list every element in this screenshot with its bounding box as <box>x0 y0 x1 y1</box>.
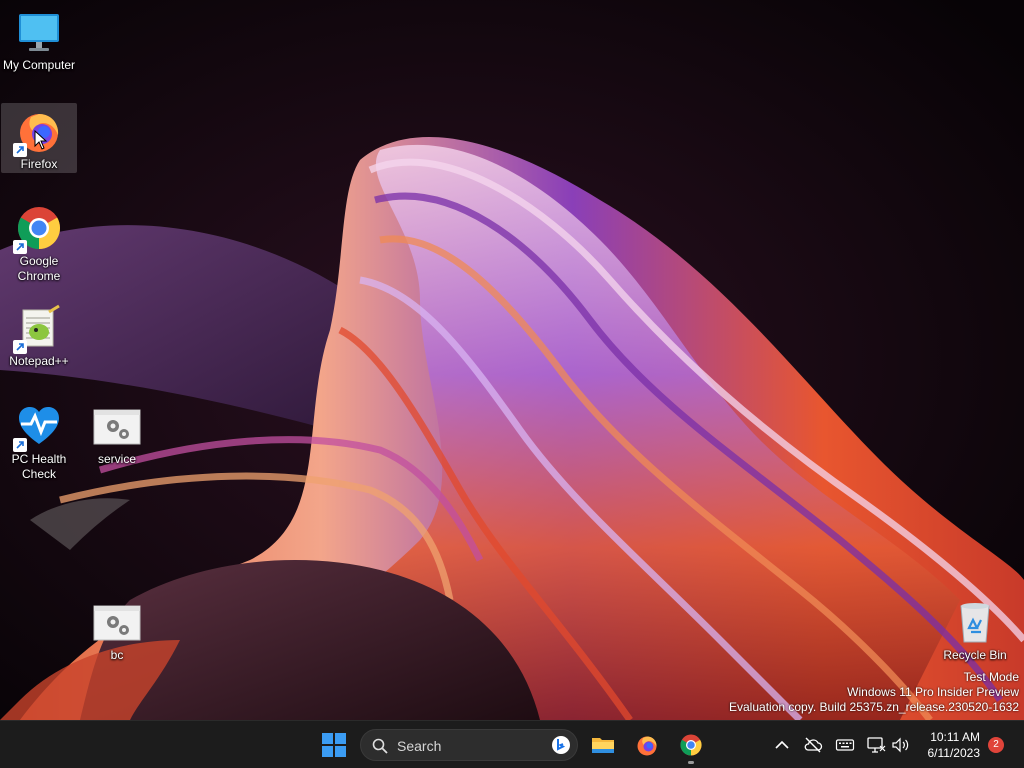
keyboard-icon[interactable] <box>835 735 855 755</box>
desktop-icon-my-computer[interactable]: My Computer <box>1 4 77 73</box>
taskbar-clock[interactable]: 10:11 AM 6/11/2023 <box>928 729 981 761</box>
search-icon <box>372 738 388 754</box>
desktop-icon-label: Google Chrome <box>17 254 61 283</box>
shortcut-arrow-icon <box>13 240 27 254</box>
desktop-icon-label: Recycle Bin <box>943 648 1007 662</box>
taskbar-search-box[interactable]: Search <box>360 729 578 761</box>
settings-file-icon <box>93 409 141 445</box>
watermark-line: Test Mode <box>963 670 1019 684</box>
desktop-icon-label: My Computer <box>2 58 76 72</box>
desktop-icon-label: service <box>97 452 136 466</box>
desktop-icon-label: Firefox <box>20 157 58 171</box>
desktop-icon-notepad-plus-plus[interactable]: Notepad++ <box>1 300 77 369</box>
volume-icon[interactable] <box>890 735 910 755</box>
firefox-icon <box>637 736 657 756</box>
clock-date: 6/11/2023 <box>927 746 981 760</box>
watermark-line: Windows 11 Pro Insider Preview <box>847 685 1019 699</box>
taskbar: Search 10:11 AM 6/11/2023 2 <box>0 720 1024 768</box>
chrome-icon <box>680 734 702 756</box>
desktop-icon-label: PC Health Check <box>11 452 67 481</box>
desktop-icon-google-chrome[interactable]: Google Chrome <box>1 200 77 284</box>
network-icon[interactable] <box>866 735 886 755</box>
desktop-icon-recycle-bin[interactable]: Recycle Bin <box>937 594 1013 663</box>
start-button[interactable] <box>314 725 354 765</box>
desktop-icon-label: bc <box>110 648 124 662</box>
folder-icon <box>592 738 614 753</box>
desktop-icon-bc[interactable]: bc <box>79 594 155 663</box>
taskbar-firefox[interactable] <box>627 725 667 765</box>
mouse-cursor-icon <box>34 130 48 150</box>
taskbar-chrome[interactable] <box>671 725 711 765</box>
windows-start-icon <box>322 733 346 757</box>
settings-file-icon <box>93 605 141 641</box>
watermark-line: Evaluation copy. Build 25375.zn_release.… <box>729 700 1019 714</box>
chevron-up-icon[interactable] <box>772 735 792 755</box>
running-indicator <box>688 761 694 764</box>
recycle-bin-icon <box>960 603 990 643</box>
desktop-icon-label: Notepad++ <box>9 354 69 368</box>
desktop-icon-pc-health-check[interactable]: PC Health Check <box>1 398 77 482</box>
notification-badge[interactable]: 2 <box>988 737 1004 753</box>
bing-chat-icon[interactable] <box>551 735 571 755</box>
shortcut-arrow-icon <box>13 438 27 452</box>
shortcut-arrow-icon <box>13 143 27 157</box>
search-placeholder: Search <box>397 738 442 754</box>
monitor-icon <box>19 14 59 51</box>
test-mode-watermark: Test Mode Windows 11 Pro Insider Preview… <box>729 670 1019 715</box>
taskbar-file-explorer[interactable] <box>583 725 623 765</box>
clock-time: 10:11 AM <box>930 730 980 744</box>
cloud-offline-icon[interactable] <box>803 735 823 755</box>
desktop-icon-service[interactable]: service <box>79 398 155 467</box>
shortcut-arrow-icon <box>13 340 27 354</box>
